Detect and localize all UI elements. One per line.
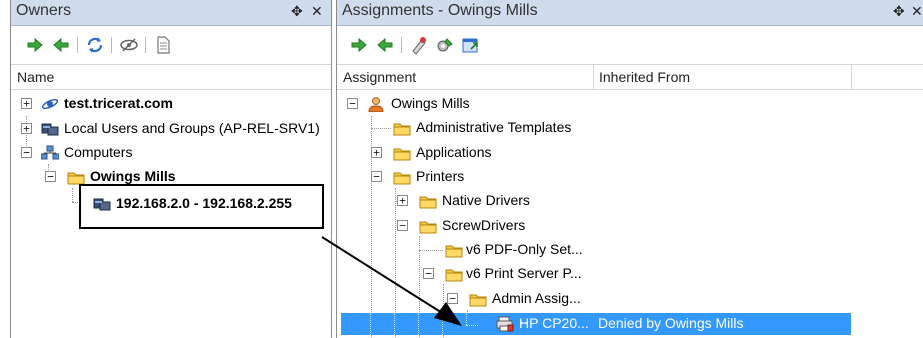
assignment-label: Printers bbox=[416, 168, 465, 184]
assignment-applications[interactable]: + Applications bbox=[337, 141, 923, 165]
properties-document-icon[interactable] bbox=[153, 35, 173, 55]
callout-box: 192.168.2.0 - 192.168.2.255 bbox=[79, 184, 324, 229]
remove-arrow-icon[interactable] bbox=[375, 35, 395, 55]
assignment-owings-mills[interactable]: − Owings Mills bbox=[337, 92, 923, 116]
assignment-label: ScrewDrivers bbox=[442, 217, 526, 233]
toolbar-separator bbox=[111, 37, 112, 53]
view-hidden-icon[interactable] bbox=[119, 35, 139, 55]
folder-icon bbox=[469, 294, 487, 307]
assignments-title: Assignments - Owings Mills bbox=[342, 2, 538, 19]
expand-icon[interactable]: + bbox=[371, 147, 382, 158]
assignment-printers[interactable]: − Printers bbox=[337, 165, 923, 189]
inherited-from-value: Denied by Owings Mills bbox=[598, 315, 744, 331]
computers-network-icon bbox=[41, 145, 59, 160]
folder-icon bbox=[445, 245, 463, 258]
folder-icon bbox=[67, 172, 85, 185]
tree-line bbox=[72, 188, 73, 202]
tree-line bbox=[394, 313, 395, 335]
tree-item-label: test.tricerat.com bbox=[64, 95, 173, 111]
assignments-column-header: Assignment Inherited From bbox=[337, 64, 923, 90]
toolbar-separator bbox=[401, 37, 402, 53]
window-export-icon[interactable] bbox=[461, 35, 481, 55]
assignment-hp-cp20[interactable]: HP CP20... Denied by Owings Mills bbox=[336, 313, 851, 337]
collapse-icon[interactable]: − bbox=[45, 171, 56, 182]
pin-icon[interactable]: ✥ bbox=[893, 3, 905, 20]
owners-column-header: Name bbox=[11, 64, 331, 90]
deny-tool-icon[interactable] bbox=[409, 35, 429, 55]
refresh-icon[interactable] bbox=[85, 35, 105, 55]
name-column-header[interactable]: Name bbox=[17, 69, 54, 85]
folder-icon bbox=[445, 269, 463, 282]
user-icon bbox=[368, 97, 384, 112]
collapse-icon[interactable]: − bbox=[371, 171, 382, 182]
assignment-admin-assig[interactable]: − Admin Assig... bbox=[337, 287, 923, 311]
folder-icon bbox=[393, 123, 411, 136]
assignments-toolbar bbox=[337, 26, 923, 64]
assignment-label: Owings Mills bbox=[391, 95, 470, 111]
add-arrow-icon[interactable] bbox=[349, 35, 369, 55]
folder-icon bbox=[419, 221, 437, 234]
assignment-column-header[interactable]: Assignment bbox=[343, 69, 416, 85]
server-icon bbox=[41, 123, 59, 136]
assignment-label: v6 Print Server P... bbox=[466, 265, 582, 281]
tree-item-computers[interactable]: − Computers bbox=[11, 141, 331, 165]
assignment-v6-pdf-only[interactable]: v6 PDF-Only Set... bbox=[337, 238, 923, 262]
denied-printer-icon bbox=[496, 316, 514, 332]
add-arrow-icon[interactable] bbox=[25, 35, 45, 55]
tree-item-label: Computers bbox=[64, 144, 133, 160]
assignments-pane: Assignments - Owings Mills ✥ ✕ Assignmen… bbox=[336, 0, 923, 338]
tree-item-label: Local Users and Groups (AP-REL-SRV1) bbox=[64, 120, 320, 136]
owners-titlebar: Owners ✥ ✕ bbox=[11, 0, 331, 26]
tree-item-test-tricerat[interactable]: + test.tricerat.com bbox=[11, 92, 331, 116]
toolbar-separator bbox=[77, 37, 78, 53]
tree-line bbox=[466, 313, 467, 325]
owners-pane: Owners ✥ ✕ Name + test.tricerat.com + Lo… bbox=[10, 0, 332, 338]
tree-item-label: 192.168.2.0 - 192.168.2.255 bbox=[116, 195, 292, 211]
close-icon[interactable]: ✕ bbox=[311, 3, 323, 20]
assignment-label: Administrative Templates bbox=[416, 119, 572, 135]
assignment-label: HP CP20... bbox=[519, 315, 589, 331]
tree-line bbox=[442, 313, 443, 335]
collapse-icon[interactable]: − bbox=[347, 98, 358, 109]
inherited-from-column-header[interactable]: Inherited From bbox=[599, 69, 690, 85]
folder-icon bbox=[393, 172, 411, 185]
assignment-label: Applications bbox=[416, 144, 492, 160]
collapse-icon[interactable]: − bbox=[423, 268, 434, 279]
expand-icon[interactable]: + bbox=[397, 195, 408, 206]
tree-line bbox=[370, 313, 371, 335]
assignment-label: Admin Assig... bbox=[492, 290, 581, 306]
folder-icon bbox=[393, 148, 411, 161]
tree-line bbox=[466, 325, 478, 326]
tree-line bbox=[418, 313, 419, 335]
collapse-icon[interactable]: − bbox=[447, 293, 458, 304]
server-icon bbox=[93, 198, 111, 211]
owners-title: Owners bbox=[16, 2, 72, 19]
assignment-label: Native Drivers bbox=[442, 192, 530, 208]
assignment-admin-templates[interactable]: Administrative Templates bbox=[337, 116, 923, 140]
tree-item-label: Owings Mills bbox=[90, 168, 176, 184]
expand-icon[interactable]: + bbox=[21, 98, 32, 109]
tree-item-ip-range[interactable]: 192.168.2.0 - 192.168.2.255 bbox=[93, 192, 323, 216]
folder-icon bbox=[419, 196, 437, 209]
assignment-screwdrivers[interactable]: − ScrewDrivers bbox=[337, 214, 923, 238]
settings-tool-icon[interactable] bbox=[435, 35, 455, 55]
assignment-v6-print-server[interactable]: − v6 Print Server P... bbox=[337, 262, 923, 286]
close-icon[interactable]: ✕ bbox=[911, 3, 923, 20]
collapse-icon[interactable]: − bbox=[21, 147, 32, 158]
assignments-titlebar: Assignments - Owings Mills ✥ ✕ bbox=[337, 0, 923, 26]
remove-arrow-icon[interactable] bbox=[51, 35, 71, 55]
owners-toolbar bbox=[11, 26, 331, 64]
expand-icon[interactable]: + bbox=[21, 123, 32, 134]
pin-icon[interactable]: ✥ bbox=[291, 3, 303, 20]
toolbar-separator bbox=[145, 37, 146, 53]
domain-icon bbox=[41, 98, 59, 110]
tree-item-local-users[interactable]: + Local Users and Groups (AP-REL-SRV1) bbox=[11, 117, 331, 141]
collapse-icon[interactable]: − bbox=[397, 220, 408, 231]
assignment-label: v6 PDF-Only Set... bbox=[466, 241, 583, 257]
column-divider[interactable] bbox=[851, 65, 852, 90]
column-divider[interactable] bbox=[593, 65, 594, 90]
assignment-native-drivers[interactable]: + Native Drivers bbox=[337, 189, 923, 213]
